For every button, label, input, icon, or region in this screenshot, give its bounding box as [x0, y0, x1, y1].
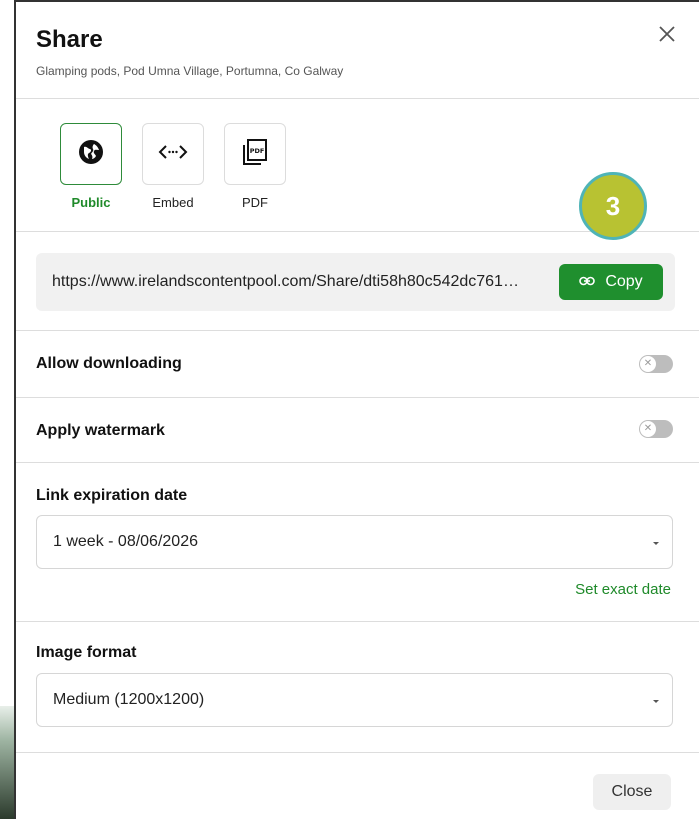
apply-watermark-label: Apply watermark [36, 422, 165, 439]
share-link-section: https://www.irelandscontentpool.com/Shar… [16, 232, 699, 331]
background-page [0, 0, 14, 819]
step-number-badge: 3 [579, 172, 647, 240]
apply-watermark-toggle[interactable]: ✕ [639, 420, 673, 438]
image-format-select[interactable]: Medium (1200x1200) [36, 673, 673, 727]
dialog-header: Share Glamping pods, Pod Umna Village, P… [16, 2, 699, 99]
link-expiration-label: Link expiration date [36, 487, 188, 504]
pdf-icon: PDF [242, 138, 268, 171]
option-public[interactable]: Public [58, 123, 124, 210]
set-exact-date-link[interactable]: Set exact date [575, 581, 671, 598]
copy-button[interactable]: Copy [559, 264, 663, 300]
dialog-title: Share [36, 26, 103, 53]
svg-text:PDF: PDF [250, 147, 265, 155]
dialog-subtitle: Glamping pods, Pod Umna Village, Portumn… [36, 64, 344, 78]
share-link-box: https://www.irelandscontentpool.com/Shar… [36, 253, 675, 311]
toggle-off-icon: ✕ [640, 421, 656, 437]
close-icon[interactable] [655, 22, 679, 46]
option-embed[interactable]: Embed [140, 123, 206, 210]
allow-downloading-row: Allow downloading ✕ [16, 331, 699, 398]
option-embed-label: Embed [152, 195, 194, 210]
image-format-label: Image format [36, 644, 137, 661]
option-pdf-box[interactable]: PDF [224, 123, 286, 185]
share-dialog: Share Glamping pods, Pod Umna Village, P… [14, 0, 699, 819]
option-pdf-label: PDF [242, 195, 268, 210]
globe-icon [77, 138, 105, 171]
apply-watermark-row: Apply watermark ✕ [16, 398, 699, 463]
image-format-selected-value: Medium (1200x1200) [53, 691, 205, 708]
option-embed-box[interactable] [142, 123, 204, 185]
allow-downloading-label: Allow downloading [36, 355, 182, 372]
option-public-box[interactable] [60, 123, 122, 185]
toggle-off-icon: ✕ [640, 356, 656, 372]
link-expiration-section: Link expiration date 1 week - 08/06/2026… [16, 463, 699, 622]
caret-down-icon [650, 536, 662, 548]
share-link-url[interactable]: https://www.irelandscontentpool.com/Shar… [52, 273, 522, 291]
expiration-selected-value: 1 week - 08/06/2026 [53, 533, 198, 550]
caret-down-icon [650, 694, 662, 706]
link-icon [579, 273, 596, 291]
expiration-select[interactable]: 1 week - 08/06/2026 [36, 515, 673, 569]
code-icon [158, 142, 188, 167]
allow-downloading-toggle[interactable]: ✕ [639, 355, 673, 373]
copy-button-label: Copy [605, 273, 643, 290]
image-format-section: Image format Medium (1200x1200) [16, 622, 699, 753]
option-public-label: Public [71, 195, 111, 210]
option-pdf[interactable]: PDF PDF [222, 123, 288, 210]
close-button[interactable]: Close [593, 774, 671, 810]
